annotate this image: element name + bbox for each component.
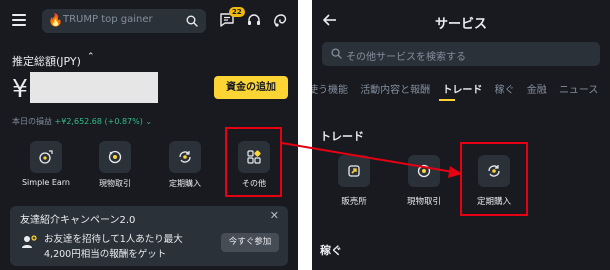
daily-pnl: 本日の損益 +¥2,652.68 (+0.87%) ⌄ — [12, 116, 152, 127]
home-screen: 🔥 TRUMP top gainer 22 推定総額(JPY) ⌃ ¥ 資金の追… — [0, 0, 298, 270]
tab-finance[interactable]: 金融 — [527, 81, 547, 96]
promo-text-line1: お友達を招待して1人あたり最大 — [44, 234, 183, 245]
category-tabs: 使う機能 活動内容と報酬 トレード 稼ぐ 金融 ニュース — [312, 81, 607, 96]
deposit-button[interactable]: 資金の追加 — [214, 76, 288, 99]
action-label: Simple Earn — [21, 178, 71, 187]
action-label: 定期購入 — [169, 179, 201, 188]
chevron-up-icon[interactable]: ⌃ — [87, 52, 95, 62]
service-label: 販売所 — [341, 197, 367, 207]
promo-title: 友達紹介キャンペーン2.0 — [20, 215, 136, 226]
headset-icon[interactable] — [246, 12, 262, 28]
referral-promo-card[interactable]: 友達紹介キャンペーン2.0 ✕ お友達を招待して1人あたり最大 4,200円相当… — [10, 206, 288, 266]
recurring-buy-icon — [179, 151, 191, 163]
service-exchange-shop[interactable]: 販売所 — [324, 155, 384, 207]
tab-activities-rewards[interactable]: 活動内容と報酬 — [360, 81, 430, 96]
search-placeholder: TRUMP top gainer — [63, 14, 153, 25]
search-input[interactable]: 🔥 TRUMP top gainer — [42, 9, 206, 33]
add-person-icon — [22, 235, 37, 248]
service-search-input[interactable]: その他サービスを検索する — [322, 42, 600, 66]
spot-trade-icon — [108, 150, 122, 164]
page-title: サービス — [434, 17, 487, 32]
highlight-box-recurring-buy — [460, 142, 528, 216]
tab-news[interactable]: ニュース — [559, 81, 599, 96]
tab-used-features[interactable]: 使う機能 — [312, 81, 348, 96]
tab-earn[interactable]: 稼ぐ — [495, 81, 515, 96]
service-label: 現物取引 — [406, 197, 441, 207]
tab-trade[interactable]: トレード — [442, 81, 482, 96]
action-label: 現物取引 — [99, 179, 131, 188]
highlight-box-more — [225, 127, 282, 197]
search-icon — [331, 48, 342, 59]
hamburger-menu-icon[interactable] — [12, 14, 26, 26]
chevron-down-icon[interactable]: ⌄ — [145, 117, 152, 126]
spot-trade-icon — [417, 164, 431, 178]
currency-symbol: ¥ — [12, 74, 28, 103]
estimated-total-label: 推定総額(JPY) — [12, 55, 81, 68]
action-recurring-buy[interactable]: 定期購入 — [155, 141, 215, 189]
join-now-button[interactable]: 今すぐ参加 — [221, 233, 279, 252]
notification-badge: 22 — [229, 7, 245, 17]
fire-icon: 🔥 — [48, 13, 63, 27]
referral-icon[interactable] — [272, 12, 288, 28]
masked-balance — [30, 72, 158, 103]
action-simple-earn[interactable]: Simple Earn — [16, 141, 76, 187]
search-icon — [186, 15, 198, 27]
service-spot-trade[interactable]: 現物取引 — [394, 155, 454, 207]
simple-earn-icon — [39, 150, 53, 164]
active-tab-indicator — [439, 99, 455, 101]
daily-pnl-value: +¥2,652.68 (+0.87%) — [54, 117, 143, 126]
services-screen: サービス その他サービスを検索する 使う機能 活動内容と報酬 トレード 稼ぐ 金… — [312, 0, 610, 270]
section-title-earn: 稼ぐ — [320, 244, 342, 257]
section-title-trade: トレード — [320, 130, 364, 143]
promo-text-line2: 4,200円相当の報酬をゲット — [44, 249, 167, 260]
search-placeholder: その他サービスを検索する — [346, 52, 466, 63]
daily-pnl-label: 本日の損益 — [12, 117, 52, 126]
close-icon[interactable]: ✕ — [270, 209, 279, 222]
exchange-shop-icon — [348, 165, 360, 177]
action-spot-trade[interactable]: 現物取引 — [85, 141, 145, 189]
